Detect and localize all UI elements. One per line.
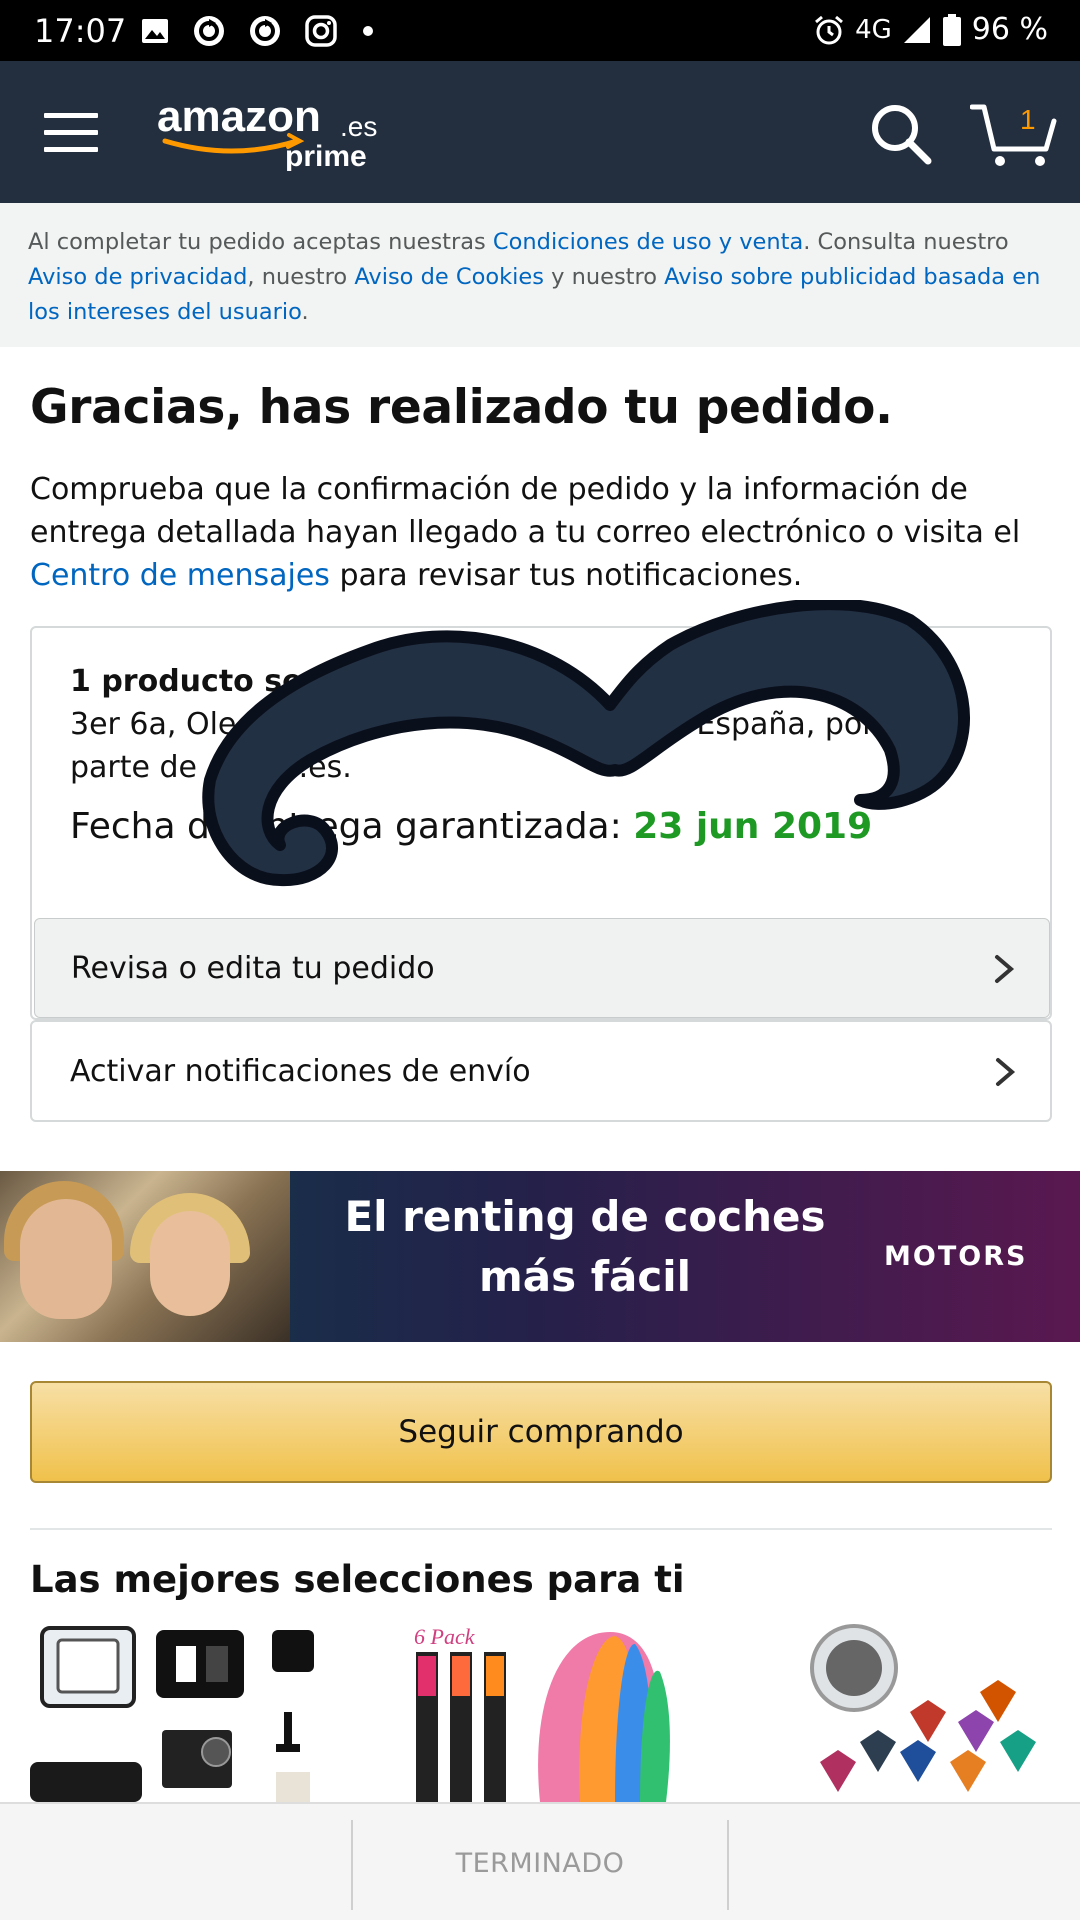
status-time: 17:07 [34, 12, 127, 50]
menu-icon[interactable] [44, 113, 98, 153]
image-icon [142, 19, 168, 43]
legal-text: . Consulta nuestro [803, 229, 1009, 255]
review-order-button[interactable]: Revisa o edita tu pedido [34, 918, 1050, 1018]
logo-prime: prime [285, 140, 367, 171]
battery-icon [942, 13, 961, 46]
signal-icon [903, 16, 930, 43]
app-header: amazon .es prime 1 [0, 61, 1080, 203]
product-card[interactable] [790, 1622, 1052, 1802]
status-bar: 17:07 4G 96 % [0, 0, 1080, 61]
product-badge: 6 Pack [414, 1624, 476, 1649]
battery-level: 96 % [971, 12, 1048, 47]
continue-shopping-button[interactable]: Seguir comprando [30, 1381, 1052, 1483]
sync-icon [194, 16, 224, 46]
cookies-link[interactable]: Aviso de Cookies [354, 264, 544, 290]
shipping-notifications-button[interactable]: Activar notificaciones de envío [30, 1020, 1052, 1122]
section-divider [30, 1528, 1052, 1530]
legal-notice: Al completar tu pedido aceptas nuestras … [0, 203, 1080, 347]
legal-text: Al completar tu pedido aceptas nuestras [28, 229, 493, 255]
network-type: 4G [855, 14, 892, 45]
legal-text: y nuestro [543, 264, 665, 290]
dot-icon [363, 26, 373, 36]
legal-text: . [301, 299, 309, 325]
privacy-link[interactable]: Aviso de privacidad [28, 264, 247, 290]
bottom-action-bar: TERMINADO [0, 1802, 1080, 1920]
intro-text: Comprueba que la confirmación de pedido … [30, 468, 1050, 597]
amazon-logo[interactable]: amazon .es prime [157, 91, 397, 173]
page-title: Gracias, has realizado tu pedido. [30, 380, 893, 435]
legal-text: , nuestro [247, 264, 355, 290]
recommendations-title: Las mejores selecciones para ti [30, 1558, 685, 1601]
product-card[interactable]: 6 Pack [410, 1622, 730, 1802]
product-card[interactable] [30, 1622, 330, 1802]
intro-suffix: para revisar tus notificaciones. [329, 558, 803, 593]
banner-line1: El renting de coches [344, 1192, 826, 1241]
chevron-right-icon [995, 955, 1015, 983]
cart-count: 1 [1020, 104, 1036, 135]
banner-line2: más fácil [478, 1252, 692, 1301]
recommendations-carousel: 6 Pack [30, 1622, 1052, 1802]
logo-domain: .es [340, 111, 377, 142]
mustache-overlay [202, 600, 970, 887]
logo-text: amazon [157, 92, 321, 141]
instagram-icon [305, 15, 337, 47]
banner-headline: El renting de coches más fácil [330, 1187, 840, 1307]
motors-banner[interactable]: El renting de coches más fácil MOTORS [0, 1171, 1080, 1342]
banner-photo [0, 1171, 290, 1342]
status-right: 4G 96 % [813, 12, 1048, 47]
banner-brand: MOTORS [884, 1241, 1028, 1272]
intro-body: Comprueba que la confirmación de pedido … [30, 472, 1021, 550]
sync-icon [250, 16, 280, 46]
continue-shopping-label: Seguir comprando [398, 1414, 684, 1450]
message-center-link[interactable]: Centro de mensajes [30, 558, 330, 593]
notifications-label: Activar notificaciones de envío [70, 1053, 531, 1089]
terms-link[interactable]: Condiciones de uso y venta [493, 229, 803, 255]
chevron-right-icon [996, 1058, 1016, 1086]
done-button[interactable]: TERMINADO [352, 1804, 728, 1920]
done-label: TERMINADO [455, 1847, 625, 1879]
review-order-label: Revisa o edita tu pedido [71, 950, 435, 986]
cart-icon[interactable]: 1 [969, 99, 1060, 169]
alarm-icon [815, 15, 844, 44]
search-icon[interactable] [866, 99, 936, 169]
notification-icons [140, 14, 376, 48]
